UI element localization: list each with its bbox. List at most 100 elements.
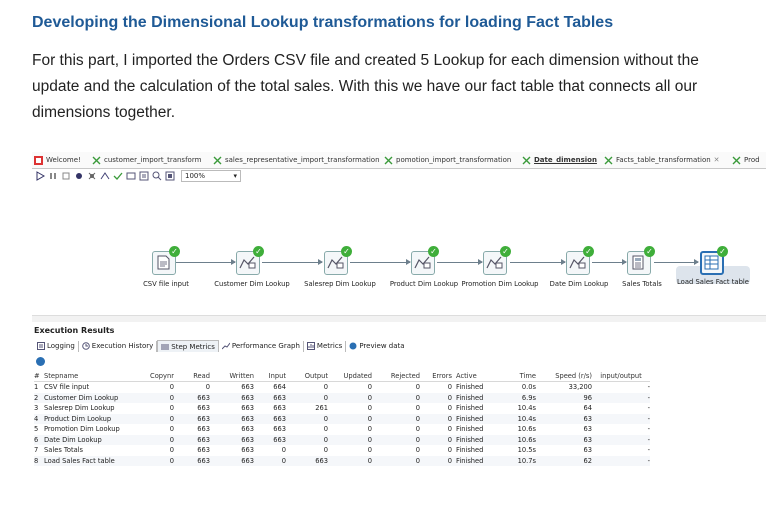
tab-execution-history[interactable]: Execution History <box>79 340 158 352</box>
hop <box>592 259 627 265</box>
tab-step-metrics[interactable]: Step Metrics <box>157 340 219 352</box>
cell: 0 <box>286 413 328 424</box>
cell-stepname: Sales Totals <box>44 446 84 455</box>
row-number: 6 <box>34 434 44 445</box>
table-row[interactable]: 6 Date Dim Lookup 0 663 663 663 0 0 0 0 Finished 10… <box>34 434 650 445</box>
step-csv-file-input[interactable]: ✓ <box>152 246 180 277</box>
cell: 10.7s <box>502 455 536 466</box>
tab-label: pomotion_import_transformation <box>396 156 512 164</box>
transformation-icon <box>213 156 222 165</box>
tab-prod[interactable]: Prod <box>732 154 760 166</box>
debug-icon[interactable] <box>87 171 97 181</box>
step-label: Product Dim Lookup <box>389 280 459 288</box>
run-icon[interactable] <box>35 171 46 181</box>
tab-promotion-import[interactable]: pomotion_import_transformation <box>384 154 511 166</box>
cell: 0 <box>415 404 420 413</box>
tab-preview-data[interactable]: Preview data <box>346 341 407 352</box>
cell-stepname: Load Sales Fact table <box>44 455 150 466</box>
cell: 63 <box>583 425 592 434</box>
log-icon <box>37 342 45 350</box>
tab-facts-table[interactable]: Facts_table_transformation ✕ <box>604 154 720 166</box>
tab-welcome[interactable]: Welcome! <box>34 154 81 166</box>
column-header[interactable]: Copynr <box>150 370 174 382</box>
zoom-select[interactable]: 100% ▾ <box>181 170 241 182</box>
cell: 663 <box>273 404 286 413</box>
tab-label: Preview data <box>359 342 405 350</box>
preview-icon[interactable] <box>74 171 84 181</box>
welcome-icon <box>34 155 43 165</box>
table-row[interactable]: 5 Promotion Dim Lookup 0 663 663 663 0 0 0 0 Finis… <box>34 424 650 435</box>
cell-status: Finished <box>456 446 484 455</box>
step-label: CSV file input <box>143 280 189 288</box>
cell: 663 <box>210 413 254 424</box>
verify-icon[interactable] <box>113 171 123 181</box>
cell: 0 <box>420 434 452 445</box>
cell: 0 <box>372 434 420 445</box>
tab-logging[interactable]: Logging <box>34 340 79 352</box>
cell: 663 <box>197 404 210 413</box>
cell-status: Finished <box>452 392 502 403</box>
column-header[interactable]: Read <box>174 370 210 382</box>
sql-icon[interactable] <box>139 171 149 181</box>
step-label: Date Dim Lookup <box>549 280 609 288</box>
table-row[interactable]: 4 Product Dim Lookup 0 663 663 663 0 0 0 0 Finishe… <box>34 413 650 424</box>
step-customer-dim-lookup[interactable]: ✓ <box>236 246 264 277</box>
column-header[interactable]: Time <box>502 370 536 382</box>
close-icon[interactable]: ✕ <box>714 156 720 164</box>
step-product-dim-lookup[interactable]: ✓ <box>411 246 439 277</box>
column-header[interactable]: Errors <box>420 370 452 382</box>
canvas-scrollbar[interactable] <box>32 315 766 322</box>
column-header[interactable]: Speed (r/s) <box>536 370 592 382</box>
tab-label: Date_dimension <box>534 156 597 164</box>
step-sales-totals[interactable]: ✓ <box>627 246 655 277</box>
cell: 663 <box>241 425 254 434</box>
step-date-dim-lookup[interactable]: ✓ <box>566 246 594 277</box>
cell: 0 <box>323 446 328 455</box>
cell: 0 <box>254 455 286 466</box>
cell: 0 <box>286 434 328 445</box>
cell: 663 <box>197 425 210 434</box>
cell: 0 <box>328 434 372 445</box>
hop <box>175 259 236 265</box>
row-number: 2 <box>34 392 44 403</box>
pause-icon[interactable] <box>48 171 58 181</box>
cell: 663 <box>286 455 328 466</box>
column-header[interactable]: Output <box>286 370 328 382</box>
column-header[interactable]: Rejected <box>372 370 420 382</box>
tab-metrics[interactable]: Metrics <box>304 340 347 352</box>
cell: 663 <box>210 434 254 445</box>
show-hidden-icon[interactable] <box>36 357 45 366</box>
transformation-canvas[interactable]: ✓ ✓ ✓ ✓ ✓ ✓ ✓ ✓ CSV file input Customer … <box>32 185 766 315</box>
tab-performance-graph[interactable]: Performance Graph <box>219 340 304 352</box>
step-salesrep-dim-lookup[interactable]: ✓ <box>324 246 352 277</box>
table-row[interactable]: 8 Load Sales Fact table 0 663 663 0 663 0 0 0 Fini… <box>34 455 650 466</box>
explore-icon[interactable] <box>152 171 162 181</box>
replay-icon[interactable] <box>100 171 110 181</box>
table-row[interactable]: 7 Sales Totals 0 663 663 0 0 0 0 0 Finished 10.5s 63… <box>34 445 650 456</box>
success-check-icon: ✓ <box>500 246 511 257</box>
step-load-sales-fact-table[interactable]: ✓ <box>700 246 728 277</box>
column-header[interactable]: # <box>34 370 44 382</box>
column-header[interactable]: Input <box>254 370 286 382</box>
step-promotion-dim-lookup[interactable]: ✓ <box>483 246 511 277</box>
column-header[interactable]: input/output <box>592 370 650 382</box>
table-row[interactable]: 3 Salesrep Dim Lookup 0 663 663 663 261 0 0 0 Fini… <box>34 403 650 414</box>
impact-icon[interactable] <box>126 171 136 181</box>
tab-date-dimension[interactable]: Date_dimension <box>522 154 597 166</box>
column-header[interactable]: Stepname <box>44 370 150 382</box>
tab-label: Facts_table_transformation <box>616 156 711 164</box>
tab-label: sales_representative_import_transformati… <box>225 156 380 164</box>
cell: 261 <box>315 404 328 413</box>
stop-icon[interactable] <box>61 171 71 181</box>
column-header[interactable]: Active <box>452 370 502 382</box>
grid-icon[interactable] <box>165 171 175 181</box>
cell-stepname: CSV file input <box>44 383 90 392</box>
tab-customer-import[interactable]: customer_import_transform <box>92 154 201 166</box>
spoon-screenshot: Welcome! customer_import_transform sales… <box>32 152 766 518</box>
table-row[interactable]: 2 Customer Dim Lookup 0 663 663 663 0 0 0 0 Finish… <box>34 392 650 403</box>
column-header[interactable]: Written <box>210 370 254 382</box>
table-row[interactable]: 1 CSV file input 0 0 663 664 0 0 0 0 Finished 0.0s 3… <box>34 382 650 393</box>
tab-sales-rep-import[interactable]: sales_representative_import_transformati… <box>213 154 380 166</box>
cell: - <box>647 446 650 455</box>
column-header[interactable]: Updated <box>328 370 372 382</box>
